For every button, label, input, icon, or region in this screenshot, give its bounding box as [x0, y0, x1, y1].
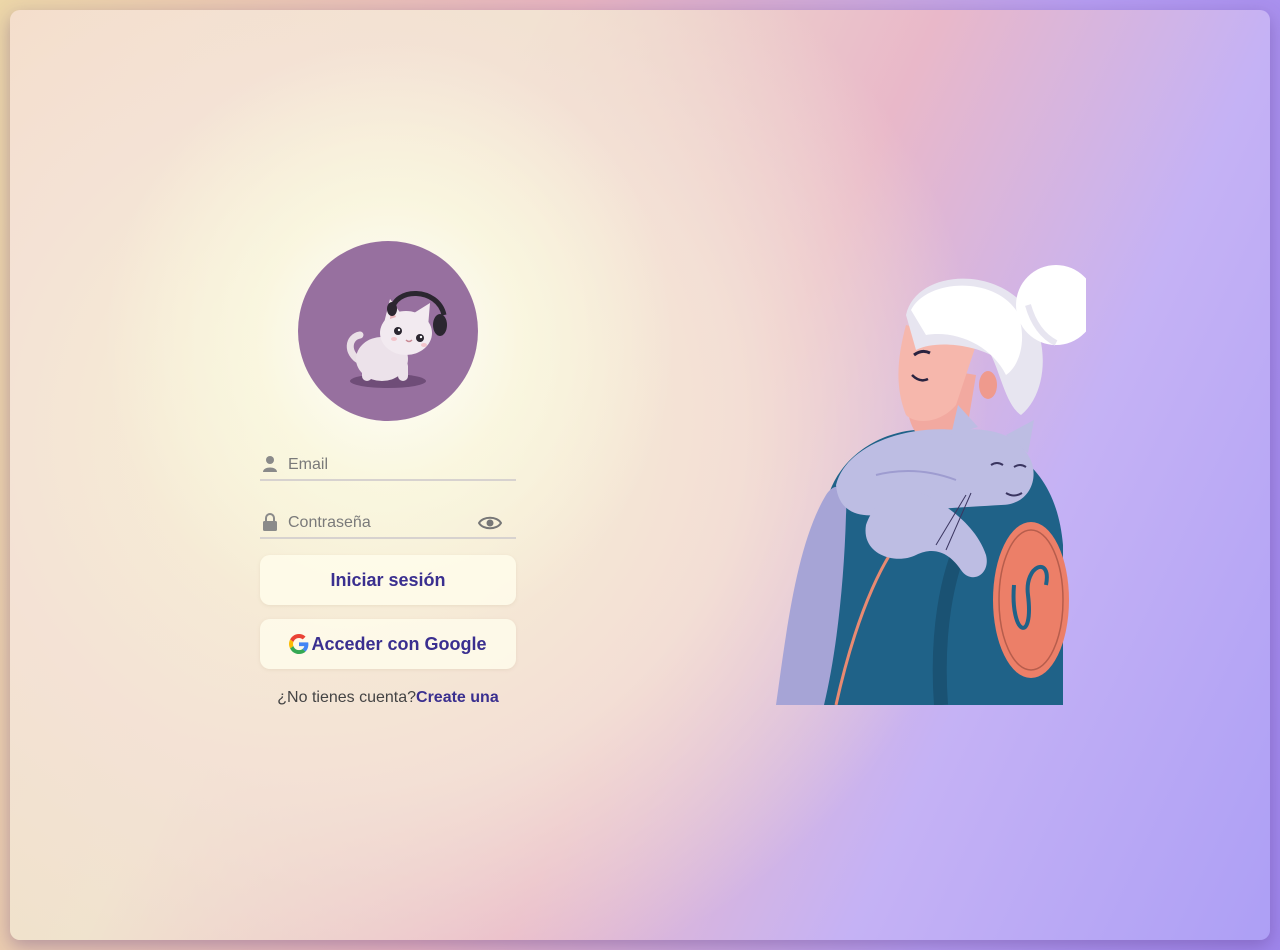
google-logo-icon — [289, 634, 309, 654]
google-button-label: Acceder con Google — [311, 633, 487, 654]
login-button-label: Iniciar sesión — [330, 569, 446, 590]
user-icon — [263, 456, 277, 472]
email-input[interactable] — [288, 451, 474, 479]
signup-prompt: ¿No tienes cuenta?Create una — [260, 689, 516, 707]
signup-link[interactable]: Create una — [416, 689, 499, 706]
woman-with-cat-illustration — [776, 265, 1086, 705]
cat-headphones-illustration — [346, 291, 447, 388]
signup-prompt-text: ¿No tienes cuenta? — [277, 689, 417, 706]
password-input[interactable] — [288, 509, 474, 537]
eye-icon[interactable] — [478, 515, 502, 531]
lock-icon — [263, 513, 277, 531]
password-field — [260, 509, 516, 539]
google-login-button[interactable]: Acceder con Google — [260, 619, 516, 669]
login-card: Iniciar sesión Acceder con Google ¿No ti… — [10, 10, 1270, 940]
login-button[interactable]: Iniciar sesión — [260, 555, 516, 605]
login-panel: Iniciar sesión Acceder con Google ¿No ti… — [260, 241, 516, 707]
avatar — [298, 241, 478, 421]
email-field — [260, 451, 516, 481]
